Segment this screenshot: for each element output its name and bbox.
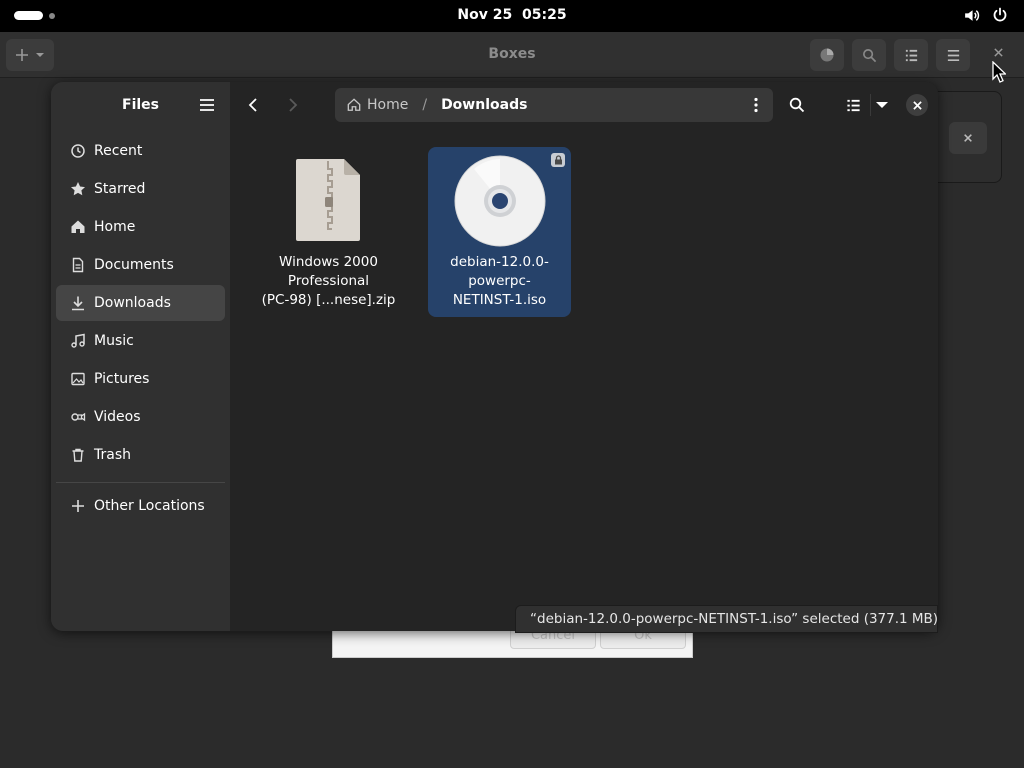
sidebar-item-other-locations[interactable]: Other Locations xyxy=(56,488,225,524)
sidebar-item-label: Recent xyxy=(94,143,143,159)
plus-icon xyxy=(16,49,28,61)
music-icon xyxy=(69,332,87,350)
home-icon xyxy=(69,218,87,236)
kebab-menu-icon xyxy=(754,97,758,113)
forward-button[interactable] xyxy=(282,94,304,116)
clock-icon xyxy=(69,142,87,160)
new-machine-button[interactable] xyxy=(6,39,54,71)
sidebar-item-starred[interactable]: Starred xyxy=(56,171,225,207)
download-icon xyxy=(69,294,87,312)
trash-icon xyxy=(69,446,87,464)
chevron-left-icon xyxy=(248,98,257,112)
mouse-pointer-icon xyxy=(992,61,1006,83)
close-icon xyxy=(994,48,1003,57)
sidebar-item-videos[interactable]: Videos xyxy=(56,399,225,435)
places-sidebar: Files Recent Starred Home Documents Down… xyxy=(51,82,230,631)
location-bar: Home / Downloads xyxy=(335,88,773,122)
file-chooser-dialog: Files Recent Starred Home Documents Down… xyxy=(51,82,938,631)
plus-icon xyxy=(69,497,87,515)
sidebar-item-label: Documents xyxy=(94,257,174,273)
power-icon xyxy=(993,7,1007,22)
sidebar-item-label: Pictures xyxy=(94,371,150,387)
breadcrumb-current[interactable]: Downloads xyxy=(441,97,527,113)
system-menu[interactable] xyxy=(963,7,1008,24)
selection-status: “debian-12.0.0-powerpc-NETINST-1.iso” se… xyxy=(515,605,938,633)
disc-image-icon xyxy=(454,155,546,247)
sidebar-divider xyxy=(56,482,225,483)
search-icon xyxy=(789,97,805,113)
sidebar-item-home[interactable]: Home xyxy=(56,209,225,245)
activities-button[interactable] xyxy=(14,11,55,20)
sidebar-item-pictures[interactable]: Pictures xyxy=(56,361,225,397)
list-view-button[interactable] xyxy=(894,39,928,71)
sidebar-item-label: Starred xyxy=(94,181,146,197)
close-icon xyxy=(964,134,972,142)
close-dialog-button[interactable] xyxy=(906,94,928,116)
workspace-indicator-active xyxy=(14,11,43,20)
sidebar-item-trash[interactable]: Trash xyxy=(56,437,225,473)
breadcrumb-home[interactable]: Home xyxy=(347,97,408,113)
breadcrumb-separator: / xyxy=(422,97,428,113)
sidebar-item-documents[interactable]: Documents xyxy=(56,247,225,283)
file-view-pane: Home / Downloads Windows 2000 Profession… xyxy=(230,82,938,631)
storage-button[interactable] xyxy=(810,39,844,71)
sidebar-menu-button[interactable] xyxy=(197,95,217,115)
menu-icon xyxy=(947,49,959,61)
boxes-search-button[interactable] xyxy=(852,39,886,71)
chevron-down-icon xyxy=(875,102,888,108)
sidebar-header: Files xyxy=(51,82,230,128)
top-bar: Nov 25 05:25 xyxy=(0,0,1024,32)
search-button[interactable] xyxy=(786,94,808,116)
workspace-indicator-dot xyxy=(49,12,55,19)
sidebar-item-music[interactable]: Music xyxy=(56,323,225,359)
chevron-right-icon xyxy=(289,98,298,112)
video-icon xyxy=(69,408,87,426)
volume-icon xyxy=(965,10,980,21)
menu-icon xyxy=(200,99,214,111)
home-icon xyxy=(347,98,361,111)
view-options-dropdown[interactable] xyxy=(870,94,892,116)
sidebar-item-label: Home xyxy=(94,219,136,235)
close-icon xyxy=(912,100,922,110)
file-name: debian-12.0.0- powerpc- NETINST-1.iso xyxy=(450,254,549,308)
sidebar-item-label: Music xyxy=(94,333,134,349)
view-mode-button[interactable] xyxy=(842,94,864,116)
sidebar-item-downloads[interactable]: Downloads xyxy=(56,285,225,321)
background-panel xyxy=(936,91,1002,183)
sidebar-item-recent[interactable]: Recent xyxy=(56,133,225,169)
archive-zip-icon xyxy=(296,159,360,241)
places-list: Recent Starred Home Documents Downloads … xyxy=(56,133,225,475)
location-menu-button[interactable] xyxy=(747,96,765,114)
boxes-header-bar: Boxes xyxy=(0,32,1024,78)
storage-pie-icon xyxy=(820,48,834,62)
other-locations-section: Other Locations xyxy=(56,488,225,526)
clock-time: 05:25 xyxy=(522,7,567,23)
file-item-zip[interactable]: Windows 2000 Professional (PC-98) [...ne… xyxy=(257,147,400,317)
clock-date: Nov 25 xyxy=(457,7,513,23)
sidebar-item-label: Downloads xyxy=(94,295,171,311)
back-button[interactable] xyxy=(242,94,264,116)
document-icon xyxy=(69,256,87,274)
star-icon xyxy=(69,180,87,198)
list-view-icon xyxy=(905,49,917,61)
file-item-iso[interactable]: debian-12.0.0- powerpc- NETINST-1.iso xyxy=(428,147,571,317)
list-view-icon xyxy=(846,99,860,111)
chevron-down-icon xyxy=(36,53,44,57)
lock-icon xyxy=(551,153,565,167)
panel-close-button[interactable] xyxy=(949,122,987,154)
picture-icon xyxy=(69,370,87,388)
search-icon xyxy=(862,48,876,62)
sidebar-item-label: Trash xyxy=(94,447,131,463)
breadcrumb-home-label: Home xyxy=(367,97,409,113)
boxes-menu-button[interactable] xyxy=(936,39,970,71)
file-name: Windows 2000 Professional (PC-98) [...ne… xyxy=(261,254,396,308)
sidebar-item-label: Videos xyxy=(94,409,141,425)
sidebar-item-label: Other Locations xyxy=(94,498,205,514)
clock[interactable]: Nov 25 05:25 xyxy=(0,7,1024,23)
boxes-close-button[interactable] xyxy=(993,46,1004,62)
